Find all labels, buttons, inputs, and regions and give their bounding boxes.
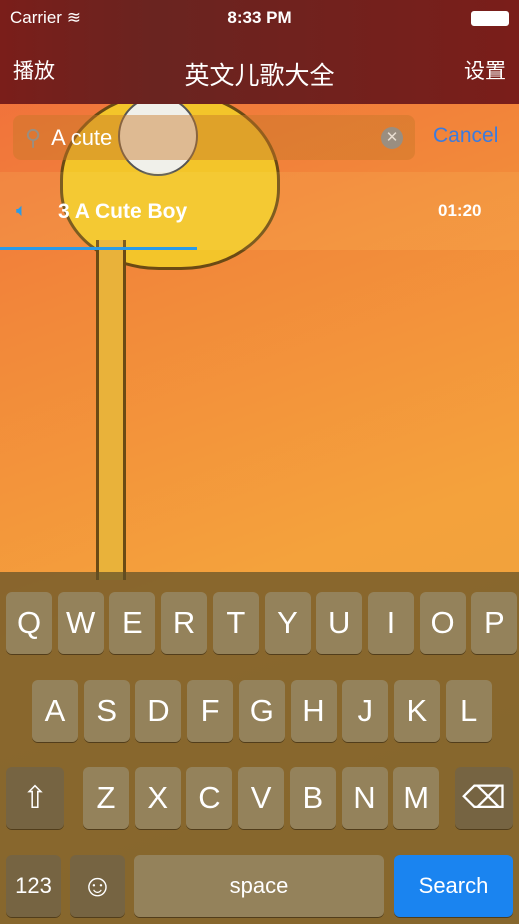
status-time: 8:33 PM xyxy=(227,8,292,27)
song-title: 3 A Cute Boy xyxy=(58,200,188,223)
song-duration: 01:20 xyxy=(438,201,482,220)
key-z[interactable]: Z xyxy=(83,767,129,829)
speaker-icon: 🔈︎ xyxy=(16,200,27,220)
key-f[interactable]: F xyxy=(187,680,234,742)
key-w[interactable]: W xyxy=(57,592,104,654)
key-t[interactable]: T xyxy=(212,592,259,654)
key-y[interactable]: Y xyxy=(264,592,311,654)
key-q[interactable]: Q xyxy=(6,592,52,654)
key-a[interactable]: A xyxy=(32,680,78,742)
search-icon: ⚲ xyxy=(25,124,42,150)
key-x[interactable]: X xyxy=(134,767,181,829)
space-key[interactable]: space xyxy=(134,855,384,917)
nav-bar: 播放 英文儿歌大全 设置 xyxy=(0,36,519,104)
key-v[interactable]: V xyxy=(238,767,285,829)
key-n[interactable]: N xyxy=(341,767,388,829)
key-b[interactable]: B xyxy=(289,767,336,829)
key-u[interactable]: U xyxy=(316,592,363,654)
shift-icon: ⇧ xyxy=(22,780,48,815)
key-o[interactable]: O xyxy=(419,592,466,654)
key-k[interactable]: K xyxy=(393,680,440,742)
search-input[interactable]: ⚲ A cute ✕ xyxy=(13,115,415,160)
song-row[interactable]: 🔈︎ 3 A Cute Boy 01:20 xyxy=(0,172,519,250)
header: Carrier ≋ 8:33 PM 播放 英文儿歌大全 设置 xyxy=(0,0,519,104)
delete-key[interactable]: ⌫ xyxy=(455,767,513,829)
battery-icon xyxy=(471,10,509,26)
song-progress-bar xyxy=(0,247,198,250)
background-giraffe-neck xyxy=(96,240,126,580)
emoji-key[interactable]: ☺ xyxy=(70,855,125,917)
key-r[interactable]: R xyxy=(161,592,208,654)
key-j[interactable]: J xyxy=(342,680,389,742)
cancel-button[interactable]: Cancel xyxy=(433,124,498,148)
key-d[interactable]: D xyxy=(135,680,182,742)
numbers-key[interactable]: 123 xyxy=(6,855,61,917)
shift-key[interactable]: ⇧ xyxy=(6,767,64,829)
key-i[interactable]: I xyxy=(367,592,414,654)
key-g[interactable]: G xyxy=(238,680,285,742)
backspace-icon: ⌫ xyxy=(462,780,506,815)
key-c[interactable]: C xyxy=(186,767,233,829)
key-s[interactable]: S xyxy=(83,680,130,742)
key-m[interactable]: M xyxy=(393,767,440,829)
key-h[interactable]: H xyxy=(290,680,337,742)
search-input-value: A cute xyxy=(51,124,113,150)
key-p[interactable]: P xyxy=(471,592,518,654)
key-e[interactable]: E xyxy=(109,592,156,654)
key-l[interactable]: L xyxy=(445,680,492,742)
clear-search-icon[interactable]: ✕ xyxy=(381,127,403,149)
keyboard: Q W E R T Y U I O P A S D F G H J K L ⇧ Z X C V B N M ⌫ 123 ☺ space Sea… xyxy=(0,572,519,924)
status-bar: Carrier ≋ 8:33 PM xyxy=(0,0,519,36)
search-key[interactable]: Search xyxy=(394,855,513,917)
emoji-icon: ☺ xyxy=(81,868,114,903)
page-title: 英文儿歌大全 xyxy=(184,62,335,90)
